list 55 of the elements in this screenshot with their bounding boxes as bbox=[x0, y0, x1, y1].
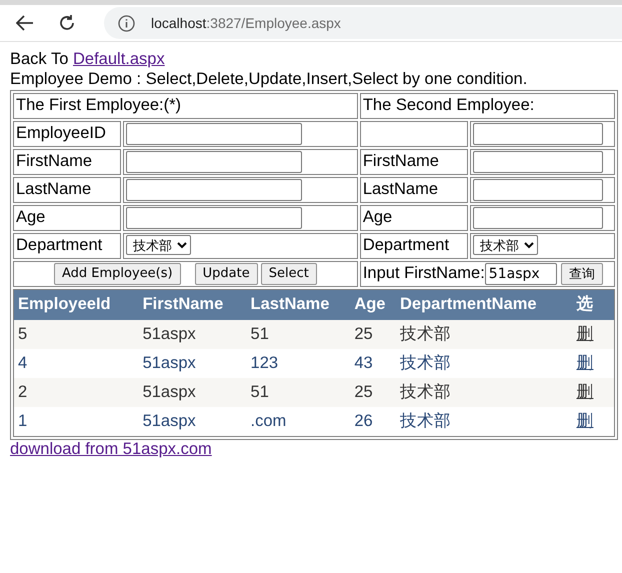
text-field[interactable] bbox=[126, 178, 302, 201]
text-field[interactable] bbox=[126, 150, 302, 173]
text-field[interactable] bbox=[126, 122, 302, 145]
url-host: localhost bbox=[151, 14, 206, 32]
search-label: Input FirstName: bbox=[362, 264, 485, 282]
column-header: DepartmentName bbox=[396, 290, 572, 320]
field-label: Age bbox=[360, 204, 468, 231]
text-field[interactable] bbox=[126, 206, 302, 229]
table-cell: 51 bbox=[246, 378, 350, 408]
table-cell: 技术部 bbox=[396, 320, 572, 350]
delete-link[interactable]: 删 bbox=[576, 354, 594, 372]
url-path: :3827/Employee.aspx bbox=[206, 14, 341, 32]
info-icon bbox=[118, 14, 135, 32]
table-cell: 25 bbox=[350, 320, 396, 350]
text-field[interactable] bbox=[472, 122, 603, 145]
search-field[interactable]: 51aspx bbox=[484, 262, 557, 285]
field-label: LastName bbox=[13, 176, 121, 203]
form-button[interactable]: Update bbox=[194, 262, 258, 285]
column-header: LastName bbox=[246, 290, 350, 320]
back-arrow-icon bbox=[16, 15, 34, 31]
column-header: EmployeeId bbox=[14, 290, 139, 320]
text-field[interactable] bbox=[472, 178, 603, 201]
table-cell: 技术部 bbox=[396, 378, 572, 408]
field-label: Department bbox=[360, 232, 468, 259]
department-dropdown[interactable]: 技术部 bbox=[472, 235, 538, 256]
table-cell: 51 bbox=[246, 320, 350, 350]
query-button[interactable]: 查询 bbox=[560, 263, 603, 286]
department-dropdown[interactable]: 技术部 bbox=[126, 235, 191, 256]
column-header: 选 bbox=[572, 290, 614, 320]
form-button[interactable]: Add Employee(s) bbox=[54, 262, 181, 285]
column-header: Age bbox=[350, 290, 396, 320]
text-field[interactable] bbox=[472, 150, 603, 173]
reload-icon bbox=[58, 14, 76, 32]
section-title: The First Employee:(*) bbox=[13, 92, 358, 119]
form-button[interactable]: Select bbox=[260, 262, 317, 285]
table-cell: 25 bbox=[350, 378, 396, 408]
table-cell: 51aspx bbox=[138, 378, 247, 408]
field-label: FirstName bbox=[360, 148, 468, 175]
column-header: FirstName bbox=[138, 290, 247, 320]
back-label: Back To bbox=[10, 50, 68, 68]
table-cell: 51aspx bbox=[138, 320, 247, 350]
field-label: LastName bbox=[360, 176, 468, 203]
download-link[interactable]: download from 51aspx.com bbox=[10, 440, 212, 458]
field-label: Department bbox=[13, 232, 121, 259]
page-heading: Employee Demo : Select,Delete,Update,Insert,Select by one condition. bbox=[10, 70, 528, 90]
field-label: FirstName bbox=[13, 148, 121, 175]
table-cell: 5 bbox=[14, 320, 139, 350]
table-cell: 2 bbox=[14, 378, 139, 408]
field-label: EmployeeID bbox=[13, 120, 121, 147]
field-label: Age bbox=[13, 204, 121, 231]
default-link[interactable]: Default.aspx bbox=[73, 50, 165, 68]
text-field[interactable] bbox=[472, 206, 603, 229]
address-bar[interactable]: localhost:3827/Employee.aspx bbox=[104, 7, 622, 39]
delete-link[interactable]: 删 bbox=[576, 412, 594, 430]
section-title: The Second Employee: bbox=[360, 92, 615, 119]
